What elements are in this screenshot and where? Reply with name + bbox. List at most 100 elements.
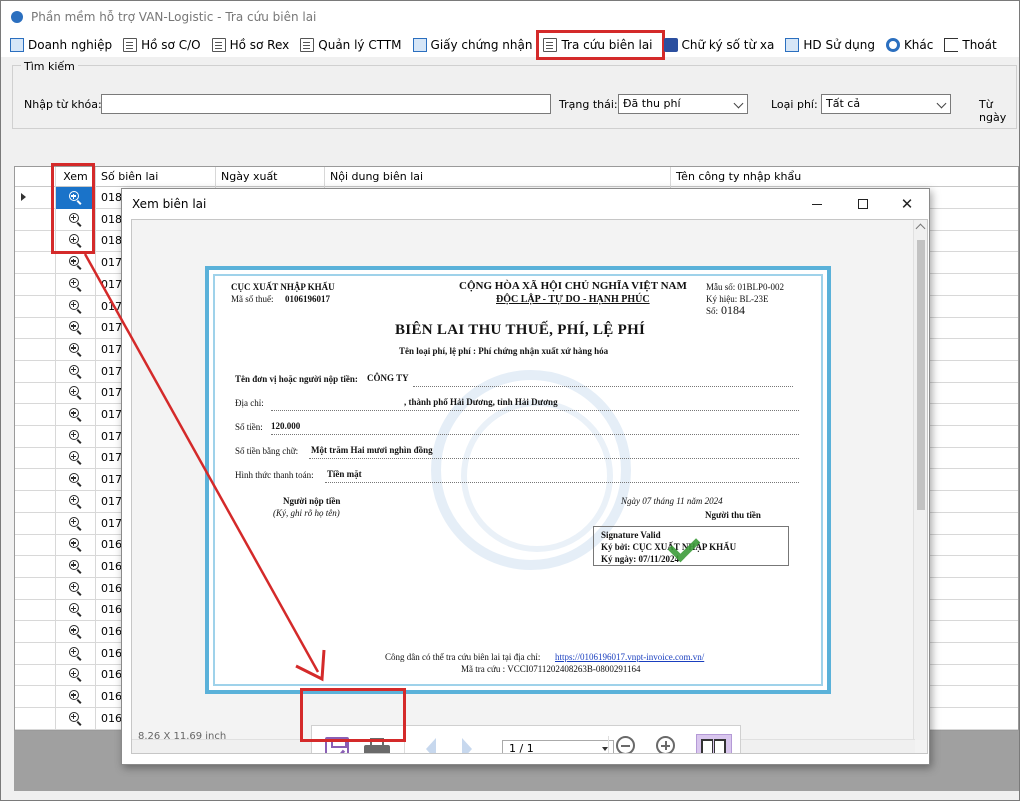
document-viewer: CỤC XUẤT NHẬP KHẨU Mã số thuế: 010619601… <box>131 219 928 754</box>
row-header[interactable] <box>15 664 56 687</box>
status-select[interactable]: Đã thu phí <box>618 94 748 114</box>
row-header[interactable] <box>15 534 56 557</box>
row-header[interactable] <box>15 642 56 665</box>
view-receipt-button[interactable] <box>56 230 96 253</box>
view-receipt-button[interactable] <box>56 338 96 361</box>
receipt-title: BIÊN LAI THU THUẾ, PHÍ, LỆ PHÍ <box>395 322 646 338</box>
view-receipt-button[interactable] <box>56 469 96 492</box>
view-receipt-button[interactable] <box>56 664 96 687</box>
keyword-input[interactable] <box>101 94 551 114</box>
book-view-button[interactable] <box>696 734 732 753</box>
zoom-in-icon <box>68 690 83 704</box>
print-button[interactable] <box>362 734 392 753</box>
toolbar-tra-cuu-bien-lai-button[interactable]: Tra cứu biên lai <box>536 30 665 60</box>
column-header-ten-cong-ty[interactable]: Tên công ty nhập khẩu <box>671 167 1018 187</box>
toolbar-khac-button[interactable]: Khác <box>883 34 941 56</box>
row-header[interactable] <box>15 187 56 209</box>
toolbar-hd-su-dung-button[interactable]: HD Sử dụng <box>782 34 883 56</box>
row-header[interactable] <box>15 273 56 296</box>
view-receipt-button[interactable] <box>56 512 96 535</box>
page-selector[interactable]: 1 / 1 <box>502 740 614 753</box>
view-receipt-button[interactable] <box>56 555 96 578</box>
row-header[interactable] <box>15 317 56 340</box>
view-receipt-button[interactable] <box>56 425 96 448</box>
column-header-xem[interactable]: Xem <box>56 167 96 187</box>
vertical-scrollbar[interactable] <box>913 220 927 740</box>
row-header[interactable] <box>15 360 56 383</box>
next-page-button[interactable] <box>452 734 482 753</box>
toolbar-chu-ky-so-button[interactable]: Chữ ký số từ xa <box>661 34 783 56</box>
row-header[interactable] <box>15 512 56 535</box>
payer-label: Tên đơn vị hoặc người nộp tiền: <box>235 374 358 384</box>
view-receipt-button[interactable] <box>56 208 96 231</box>
zoom-in-icon <box>656 736 682 753</box>
row-header[interactable] <box>15 230 56 253</box>
national-motto: ĐỘC LẬP - TỰ DO - HẠNH PHÚC <box>496 294 650 305</box>
toolbar-ho-so-rex-button[interactable]: Hồ sơ Rex <box>209 34 298 56</box>
view-receipt-button[interactable] <box>56 317 96 340</box>
view-receipt-button[interactable] <box>56 360 96 383</box>
row-header[interactable] <box>15 252 56 275</box>
view-receipt-button[interactable] <box>56 534 96 557</box>
view-receipt-button[interactable] <box>56 490 96 513</box>
page-size-label: 8.26 X 11.69 inch <box>138 731 227 742</box>
view-receipt-button[interactable] <box>56 599 96 622</box>
view-receipt-button[interactable] <box>56 273 96 296</box>
row-header[interactable] <box>15 577 56 600</box>
column-header-so-bien-lai[interactable]: Số biên lai <box>96 167 216 187</box>
row-header[interactable] <box>15 599 56 622</box>
scroll-up-icon[interactable] <box>915 223 926 234</box>
view-receipt-button[interactable] <box>56 707 96 730</box>
row-header[interactable] <box>15 295 56 318</box>
row-header[interactable] <box>15 686 56 709</box>
save-button[interactable] <box>322 734 352 753</box>
lookup-url-link[interactable]: https://0106196017.vnpt-invoice.com.vn/ <box>555 652 704 662</box>
minimize-button[interactable] <box>794 189 840 219</box>
column-header-noi-dung[interactable]: Nội dung biên lai <box>325 167 671 187</box>
previous-page-button[interactable] <box>416 734 446 753</box>
lookup-text: Công dân có thể tra cứu biên lai tại địa… <box>385 652 541 662</box>
toolbar-doanh-nghiep-button[interactable]: Doanh nghiệp <box>7 34 120 56</box>
row-header[interactable] <box>15 707 56 730</box>
zoom-in-button[interactable] <box>654 734 684 753</box>
row-header[interactable] <box>15 555 56 578</box>
fee-type-line: Tên loại phí, lệ phí : Phí chứng nhận xu… <box>399 346 609 356</box>
row-header[interactable] <box>15 338 56 361</box>
close-button[interactable]: ✕ <box>884 189 930 219</box>
view-receipt-button[interactable] <box>56 252 96 275</box>
receipt-page: CỤC XUẤT NHẬP KHẨU Mã số thuế: 010619601… <box>205 266 831 694</box>
row-header[interactable] <box>15 404 56 426</box>
maximize-button[interactable] <box>840 189 886 219</box>
payer-value: CÔNG TY <box>367 373 409 383</box>
minimize-icon <box>812 203 822 205</box>
view-receipt-button[interactable] <box>56 621 96 643</box>
toolbar-ho-so-co-button[interactable]: Hồ sơ C/O <box>120 34 208 56</box>
certificate-icon <box>412 38 427 52</box>
row-header[interactable] <box>15 621 56 643</box>
view-receipt-button[interactable] <box>56 404 96 426</box>
toolbar-quan-ly-cttm-button[interactable]: Quản lý CTTM <box>297 34 409 56</box>
view-receipt-button[interactable] <box>56 642 96 665</box>
zoom-in-icon <box>68 429 83 444</box>
row-header[interactable] <box>15 447 56 470</box>
toolbar-giay-chung-nhan-button[interactable]: Giấy chứng nhận <box>410 34 541 56</box>
scroll-thumb[interactable] <box>917 240 925 510</box>
view-receipt-button[interactable] <box>56 382 96 405</box>
column-header-ngay-xuat[interactable]: Ngày xuất <box>216 167 325 187</box>
zoom-out-button[interactable] <box>614 734 644 753</box>
view-receipt-button[interactable] <box>56 447 96 470</box>
zoom-in-icon <box>68 581 83 596</box>
search-group: Tìm kiếm Nhập từ khóa: Trạng thái: Đã th… <box>12 60 1017 129</box>
row-header[interactable] <box>15 425 56 448</box>
view-receipt-button[interactable] <box>56 686 96 709</box>
view-receipt-button[interactable] <box>56 295 96 318</box>
amount-value: 120.000 <box>271 421 301 431</box>
view-receipt-button[interactable] <box>56 187 96 209</box>
toolbar-thoat-button[interactable]: Thoát <box>941 34 1004 56</box>
row-header[interactable] <box>15 490 56 513</box>
view-receipt-button[interactable] <box>56 577 96 600</box>
row-header[interactable] <box>15 208 56 231</box>
row-header[interactable] <box>15 382 56 405</box>
row-header[interactable] <box>15 469 56 492</box>
fee-type-select[interactable]: Tất cả <box>821 94 951 114</box>
